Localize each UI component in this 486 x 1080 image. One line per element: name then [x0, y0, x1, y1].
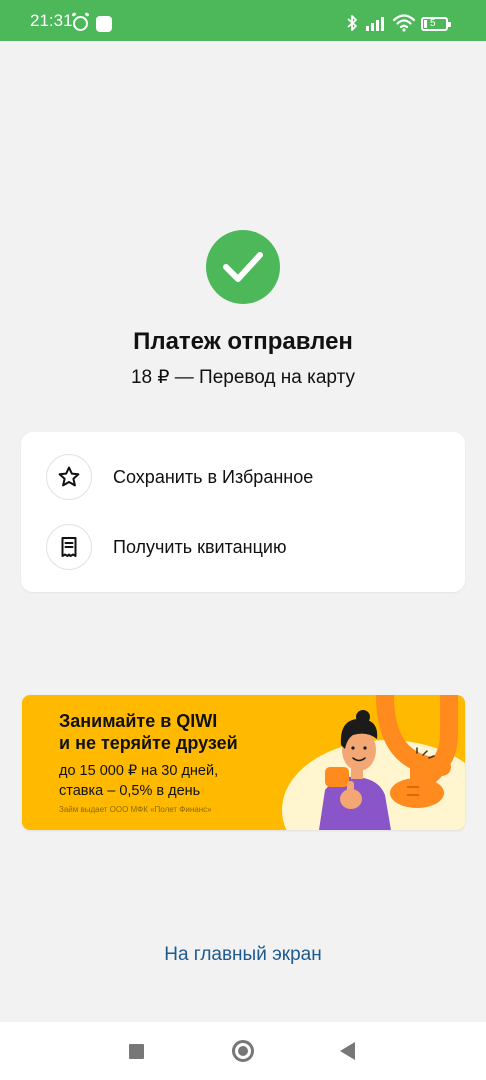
- status-time: 21:31: [30, 11, 73, 30]
- loan-promo-banner[interactable]: Занимайте в QIWI и не теряйте друзей до …: [22, 695, 465, 830]
- recent-apps-icon[interactable]: [129, 1044, 144, 1059]
- promo-text: до 15 000 ₽ на 30 дней, ставка – 0,5% в …: [59, 763, 219, 799]
- promo-title: Занимайте в QIWI и не теряйте друзей: [59, 711, 238, 753]
- save-to-favorites-label: Сохранить в Избранное: [113, 467, 314, 487]
- system-navigation-bar: [0, 1022, 486, 1080]
- home-screen-link[interactable]: На главный экран: [0, 943, 486, 967]
- payment-summary: 18 ₽ — Перевод на карту: [130, 367, 355, 388]
- home-icon[interactable]: [232, 1040, 254, 1062]
- battery-icon: 5: [421, 17, 451, 31]
- alarm-icon: [73, 16, 88, 31]
- notification-icon: [96, 16, 112, 32]
- get-receipt-label: Получить квитанцию: [113, 537, 287, 557]
- promo-illustration: [282, 695, 465, 830]
- payment-status-title: Платеж отправлен: [133, 328, 353, 355]
- success-check-icon: [206, 230, 280, 304]
- star-icon: [46, 454, 92, 500]
- promo-disclaimer: Займ выдает ООО МФК «Полет Финанс»: [59, 805, 212, 814]
- receipt-icon: [46, 524, 92, 570]
- signal-icon: [366, 17, 384, 31]
- bluetooth-icon: [347, 15, 357, 31]
- save-to-favorites-button[interactable]: Сохранить в Избранное: [21, 450, 465, 510]
- actions-card: Сохранить в Избранное Получить квитанцию: [21, 432, 465, 592]
- status-bar: 21:31 5: [0, 0, 486, 41]
- back-icon[interactable]: [340, 1042, 355, 1060]
- battery-level-text: 5: [430, 18, 436, 29]
- get-receipt-button[interactable]: Получить квитанцию: [21, 520, 465, 580]
- wifi-icon: [393, 14, 415, 32]
